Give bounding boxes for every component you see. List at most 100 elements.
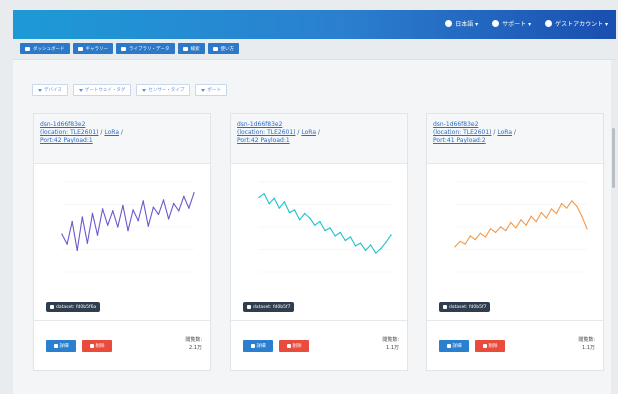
chart-point bbox=[586, 228, 588, 230]
chart-point bbox=[81, 216, 84, 218]
sensor-line-chart bbox=[241, 172, 399, 290]
card-divider bbox=[231, 320, 407, 321]
detail-button[interactable]: 詳細 bbox=[439, 340, 469, 352]
nav-dashboard[interactable]: ダッシュボード bbox=[20, 43, 70, 54]
chart-point bbox=[375, 252, 377, 254]
location-link[interactable]: (location: TLE2601) bbox=[237, 129, 296, 136]
filter-sensor-type[interactable]: センサー・タイプ bbox=[136, 84, 191, 96]
delete-button[interactable]: 削除 bbox=[475, 340, 505, 352]
account-menu[interactable]: ゲストアカウント ▾ bbox=[545, 19, 608, 28]
dataset-badge[interactable]: dataset: fd0b5f7 bbox=[243, 302, 295, 312]
chart-point bbox=[364, 249, 367, 252]
delete-button[interactable]: 削除 bbox=[82, 340, 112, 352]
chart-point bbox=[581, 215, 583, 217]
card-header: dsn-1d66f83e2 (location: TLE2601) / LoRa… bbox=[34, 114, 210, 164]
card-title: dsn-1d66f83e2 (location: TLE2601) / LoRa… bbox=[40, 121, 204, 145]
tech-link[interactable]: LoRa bbox=[104, 129, 119, 136]
chart-point bbox=[540, 211, 543, 214]
chart-point bbox=[454, 246, 456, 248]
filter-device[interactable]: デバイス bbox=[32, 84, 68, 96]
sensor-line-chart bbox=[44, 172, 202, 290]
chart-point bbox=[142, 200, 144, 202]
card-header: dsn-1d66f83e2 (location: TLE2601) / LoRa… bbox=[231, 114, 407, 164]
port-link[interactable]: Port:41 Payload:2 bbox=[433, 137, 486, 144]
chart-point bbox=[329, 227, 331, 229]
filter-device-label: デバイス bbox=[44, 88, 62, 93]
detail-button[interactable]: 詳細 bbox=[46, 340, 76, 352]
filter-gateway-tag[interactable]: ゲートウェイ・タグ bbox=[72, 84, 132, 96]
device-link[interactable]: dsn-1d66f83e2 bbox=[40, 121, 85, 128]
chart-point bbox=[298, 219, 301, 221]
help-icon bbox=[492, 20, 500, 27]
card-header: dsn-1d66f83e2 (location: TLE2601) / LoRa… bbox=[427, 114, 603, 164]
tech-link[interactable]: LoRa bbox=[497, 129, 512, 136]
chart-svg bbox=[61, 181, 195, 273]
chart-point bbox=[314, 224, 316, 226]
chart-point bbox=[520, 219, 522, 221]
chart-point bbox=[71, 220, 73, 223]
tag-icon bbox=[50, 305, 54, 309]
tech-link[interactable]: LoRa bbox=[301, 129, 316, 136]
device-link[interactable]: dsn-1d66f83e2 bbox=[433, 121, 478, 128]
chart-point bbox=[339, 231, 341, 234]
chart-point bbox=[76, 249, 78, 252]
filter-icon bbox=[142, 88, 147, 92]
chart-point bbox=[369, 244, 372, 246]
chart-point bbox=[499, 226, 502, 228]
view-count: 閲覧数: 2.1万 bbox=[185, 336, 202, 352]
chart-point bbox=[510, 221, 512, 224]
views-value: 2.1万 bbox=[189, 345, 202, 351]
location-link[interactable]: (location: TLE2601) bbox=[40, 129, 99, 136]
device-link[interactable]: dsn-1d66f83e2 bbox=[237, 121, 282, 128]
chart-point bbox=[464, 243, 466, 245]
chart-point bbox=[112, 210, 114, 212]
dataset-badge[interactable]: dataset: fd0b5f6a bbox=[46, 302, 101, 312]
dataset-card: dsn-1d66f83e2 (location: TLE2601) / LoRa… bbox=[33, 113, 211, 371]
support-menu[interactable]: サポート ▾ bbox=[492, 19, 531, 28]
nav-howto-label: 使い方 bbox=[220, 46, 235, 52]
filter-port[interactable]: ポート bbox=[195, 84, 227, 96]
chart-point bbox=[268, 202, 270, 205]
header-menus: 日本語 ▾ サポート ▾ ゲストアカウント ▾ bbox=[445, 19, 608, 28]
title-separator: / bbox=[493, 129, 496, 136]
main-nav: ダッシュボード ギャラリー ライブラリ・データ 検索 使い方 bbox=[20, 43, 239, 54]
nav-gallery[interactable]: ギャラリー bbox=[72, 43, 113, 54]
nav-library[interactable]: ライブラリ・データ bbox=[116, 43, 175, 54]
view-count: 閲覧数: 1.1万 bbox=[382, 336, 399, 352]
port-link[interactable]: Port:42 Payload:1 bbox=[40, 137, 93, 144]
chart-point bbox=[459, 240, 461, 243]
chart-point bbox=[560, 202, 563, 205]
chart-point bbox=[334, 235, 336, 237]
language-menu[interactable]: 日本語 ▾ bbox=[445, 19, 478, 28]
nav-howto[interactable]: 使い方 bbox=[207, 43, 239, 54]
title-separator: / bbox=[100, 129, 103, 136]
nav-search[interactable]: 検索 bbox=[177, 43, 205, 54]
dataset-badge-label: dataset: fd0b5f6a bbox=[56, 304, 97, 310]
port-link[interactable]: Port:42 Payload:1 bbox=[237, 137, 290, 144]
chart-point bbox=[127, 229, 129, 232]
nav-gallery-label: ギャラリー bbox=[85, 46, 109, 52]
chart-point bbox=[91, 212, 94, 215]
location-link[interactable]: (location: TLE2601) bbox=[433, 129, 492, 136]
title-separator: / bbox=[120, 129, 123, 136]
filter-gateway-tag-label: ゲートウェイ・タグ bbox=[84, 88, 126, 93]
dataset-card: dsn-1d66f83e2 (location: TLE2601) / LoRa… bbox=[426, 113, 604, 371]
tag-icon bbox=[443, 305, 447, 309]
chart-point bbox=[86, 242, 89, 244]
chart-point bbox=[535, 220, 537, 223]
scrollbar-thumb[interactable] bbox=[612, 128, 615, 188]
detail-button[interactable]: 詳細 bbox=[243, 340, 273, 352]
dataset-badge[interactable]: dataset: fd0b5f7 bbox=[439, 302, 491, 312]
delete-button[interactable]: 削除 bbox=[279, 340, 309, 352]
chart-point bbox=[545, 217, 548, 219]
chart-point bbox=[530, 215, 532, 217]
chart-point bbox=[565, 207, 568, 209]
scrollbar-track[interactable] bbox=[611, 60, 616, 394]
chart-icon bbox=[446, 344, 451, 348]
chart-point bbox=[132, 209, 134, 211]
chart-point bbox=[147, 225, 150, 227]
detail-button-label: 詳細 bbox=[59, 344, 69, 349]
chart-point bbox=[106, 224, 109, 226]
chart-point bbox=[263, 193, 265, 195]
chart-point bbox=[162, 199, 165, 201]
